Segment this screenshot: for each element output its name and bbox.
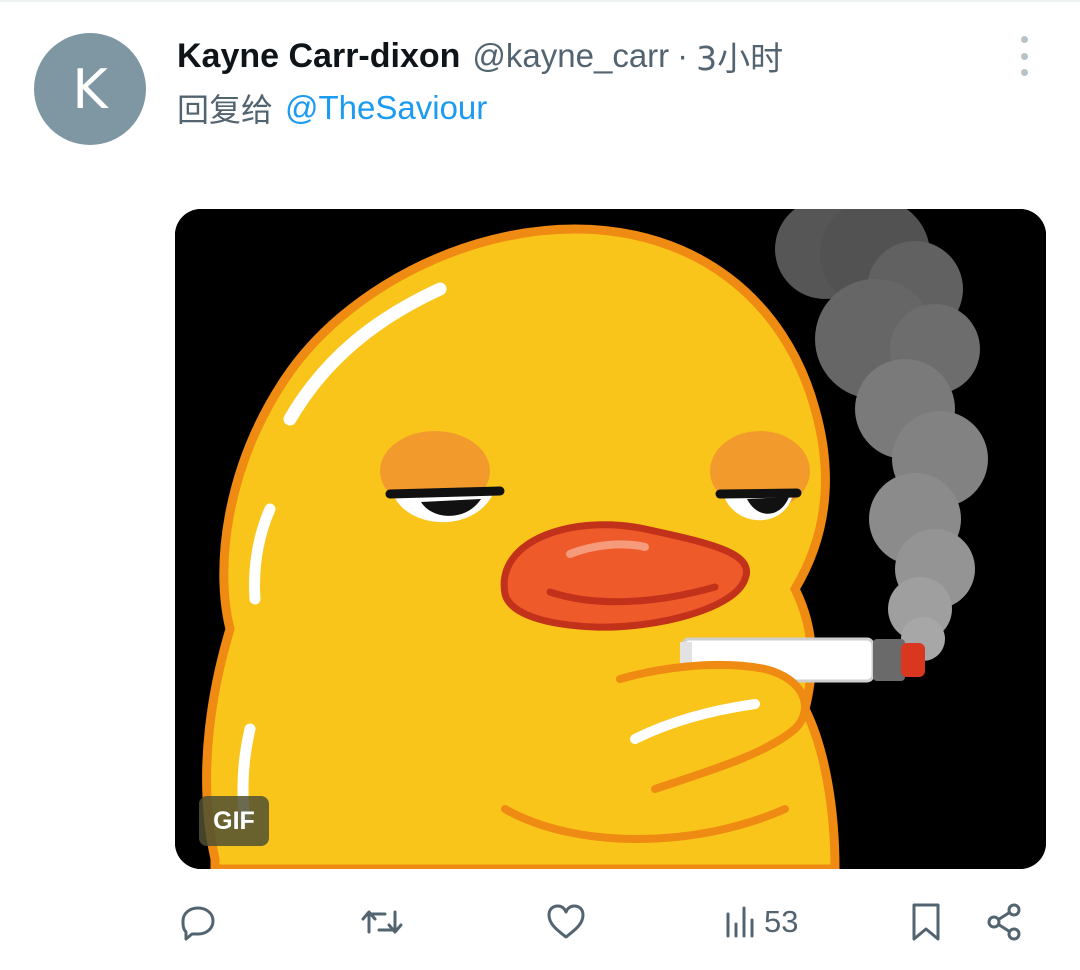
- reply-prefix: 回复给: [177, 91, 274, 129]
- gif-badge: GIF: [199, 796, 269, 846]
- reply-button[interactable]: [178, 890, 218, 954]
- like-button[interactable]: [545, 890, 587, 954]
- gif-media[interactable]: GIF: [175, 209, 1046, 869]
- timestamp[interactable]: 3小时: [696, 32, 783, 80]
- author-handle[interactable]: @kayne_carr: [472, 37, 669, 75]
- views-icon: [726, 906, 754, 938]
- bookmark-button[interactable]: [908, 890, 944, 954]
- author-name[interactable]: Kayne Carr-dixon: [177, 37, 460, 76]
- avatar-letter: K: [72, 57, 108, 121]
- reply-context: 回复给 @TheSaviour: [177, 86, 487, 130]
- views-count: 53: [764, 904, 799, 939]
- header-separator: ·: [677, 37, 689, 74]
- reply-icon: [181, 906, 215, 941]
- retweet-icon: [361, 910, 403, 934]
- bookmark-icon: [912, 903, 940, 941]
- retweet-button[interactable]: [359, 890, 405, 954]
- share-button[interactable]: [984, 890, 1024, 954]
- tweet-header: Kayne Carr-dixon @kayne_carr · 3小时: [177, 30, 783, 82]
- share-icon: [987, 903, 1021, 941]
- top-divider: [0, 0, 1080, 2]
- action-bar: 53: [0, 890, 1080, 954]
- like-icon: [547, 904, 585, 939]
- views-button[interactable]: 53: [724, 890, 798, 954]
- more-options-icon[interactable]: [1010, 36, 1038, 76]
- reply-to-link[interactable]: @TheSaviour: [285, 89, 487, 127]
- duck-illustration: [175, 209, 1046, 869]
- avatar[interactable]: K: [34, 33, 146, 145]
